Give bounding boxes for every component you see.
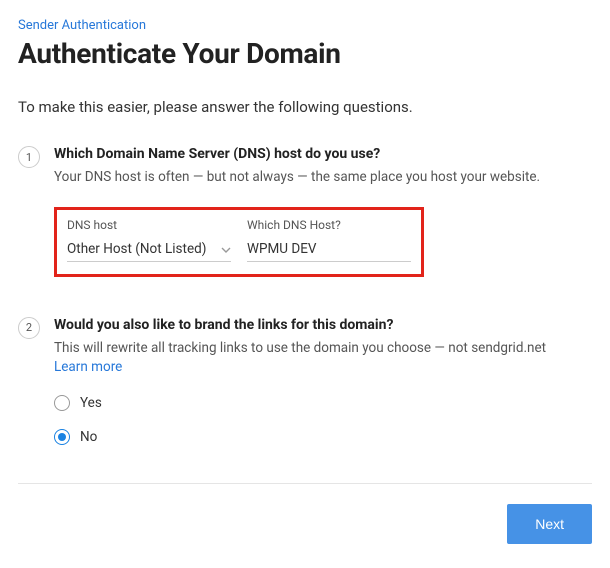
page-title: Authenticate Your Domain: [18, 37, 592, 70]
radio-icon: [54, 395, 70, 411]
dns-host-label: DNS host: [67, 218, 231, 232]
brand-links-no[interactable]: No: [54, 429, 592, 445]
radio-icon-selected: [54, 429, 70, 445]
dns-host-select[interactable]: Other Host (Not Listed): [67, 238, 231, 262]
step-1-badge: 1: [18, 146, 40, 168]
no-label: No: [80, 429, 97, 445]
brand-links-yes[interactable]: Yes: [54, 395, 592, 411]
chevron-down-icon: [221, 243, 231, 256]
learn-more-link[interactable]: Learn more: [54, 358, 122, 377]
dns-fields-highlight: DNS host Other Host (Not Listed) Which D…: [54, 207, 424, 277]
radio-dot-icon: [58, 433, 66, 441]
which-dns-value: WPMU DEV: [247, 241, 317, 257]
breadcrumb[interactable]: Sender Authentication: [18, 18, 592, 33]
step-1-title: Which Domain Name Server (DNS) host do y…: [54, 146, 592, 162]
intro-text: To make this easier, please answer the f…: [18, 98, 592, 116]
step-2-badge: 2: [18, 317, 40, 339]
yes-label: Yes: [80, 395, 102, 411]
which-dns-label: Which DNS Host?: [247, 218, 411, 232]
next-button[interactable]: Next: [507, 504, 592, 544]
dns-host-value: Other Host (Not Listed): [67, 241, 206, 257]
divider: [18, 483, 592, 484]
step-2-desc: This will rewrite all tracking links to …: [54, 339, 592, 377]
step-2-title: Would you also like to brand the links f…: [54, 317, 592, 333]
step-1-desc: Your DNS host is often — but not always …: [54, 168, 592, 187]
which-dns-input[interactable]: WPMU DEV: [247, 238, 411, 262]
